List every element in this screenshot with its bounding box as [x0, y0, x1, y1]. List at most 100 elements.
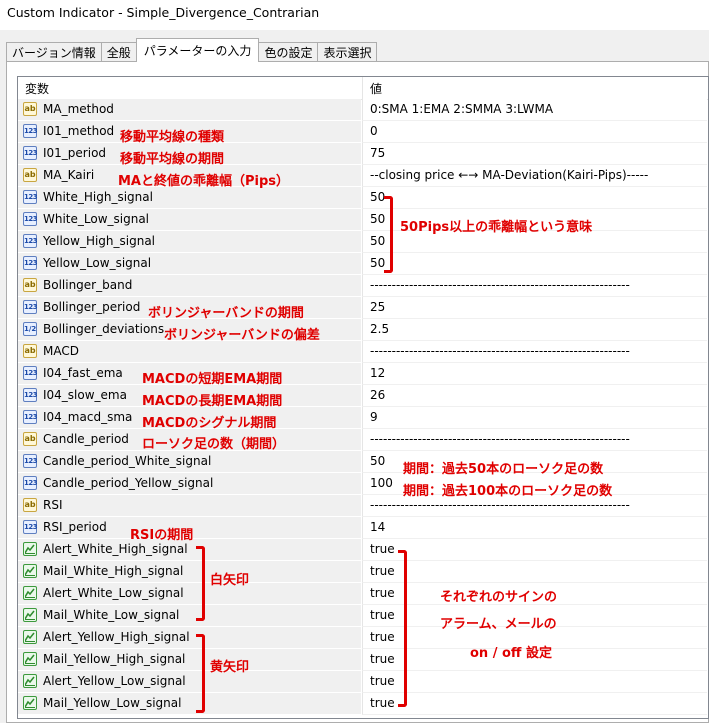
parameter-name-cell[interactable]: 123 Yellow_Low_signal: [18, 253, 361, 275]
parameter-row[interactable]: 123 I04_fast_ema 12: [18, 363, 708, 385]
tab-version-info[interactable]: バージョン情報: [6, 42, 102, 62]
parameter-value[interactable]: true: [370, 652, 395, 666]
parameter-value-cell[interactable]: 26: [362, 385, 707, 407]
parameter-row[interactable]: ab Bollinger_band ------------------------…: [18, 275, 708, 297]
parameter-row[interactable]: Alert_Yellow_Low_signal true: [18, 671, 708, 693]
parameter-value[interactable]: 75: [370, 146, 385, 160]
parameter-value-cell[interactable]: ----------------------------------------…: [362, 275, 707, 297]
parameter-name-cell[interactable]: Mail_White_Low_signal: [18, 605, 361, 627]
parameter-row[interactable]: ab MACD ----------------------------------…: [18, 341, 708, 363]
parameter-value[interactable]: ----------------------------------------…: [370, 432, 630, 446]
parameter-row[interactable]: ab MA_method 0:SMA 1:EMA 2:SMMA 3:LWMA: [18, 99, 708, 121]
parameter-name-cell[interactable]: Mail_White_High_signal: [18, 561, 361, 583]
parameter-value-cell[interactable]: 75: [362, 143, 707, 165]
parameter-value[interactable]: true: [370, 542, 395, 556]
parameter-row[interactable]: Mail_Yellow_Low_signal true: [18, 693, 708, 715]
parameter-row[interactable]: Mail_White_High_signal true: [18, 561, 708, 583]
parameter-value[interactable]: --closing price ←→ MA-Deviation(Kairi-Pi…: [370, 168, 648, 182]
string-type-icon: ab: [23, 498, 37, 512]
parameter-name-cell[interactable]: Alert_White_Low_signal: [18, 583, 361, 605]
parameter-value[interactable]: 14: [370, 520, 385, 534]
parameter-value-cell[interactable]: true: [362, 693, 707, 715]
parameter-row[interactable]: 123 Yellow_High_signal 50: [18, 231, 708, 253]
parameter-row[interactable]: 123 I04_slow_ema 26: [18, 385, 708, 407]
parameter-row[interactable]: 123 White_High_signal 50: [18, 187, 708, 209]
parameter-name-cell[interactable]: Alert_Yellow_Low_signal: [18, 671, 361, 693]
tab-general[interactable]: 全般: [100, 42, 137, 62]
parameter-value-cell[interactable]: ----------------------------------------…: [362, 429, 707, 451]
bool-type-icon: [23, 542, 37, 556]
parameter-value[interactable]: 0:SMA 1:EMA 2:SMMA 3:LWMA: [370, 102, 553, 116]
parameter-name-cell[interactable]: ab Bollinger_band: [18, 275, 361, 297]
parameter-value-cell[interactable]: 14: [362, 517, 707, 539]
string-type-icon: ab: [23, 432, 37, 446]
parameter-row[interactable]: 123 I04_macd_sma 9: [18, 407, 708, 429]
bool-type-icon: [23, 564, 37, 578]
parameter-value-cell[interactable]: --closing price ←→ MA-Deviation(Kairi-Pi…: [362, 165, 707, 187]
parameter-value[interactable]: true: [370, 630, 395, 644]
parameter-name-cell[interactable]: Alert_Yellow_High_signal: [18, 627, 361, 649]
parameter-name-cell[interactable]: 123 White_Low_signal: [18, 209, 361, 231]
parameter-row[interactable]: Mail_Yellow_High_signal true: [18, 649, 708, 671]
parameter-row[interactable]: 123 RSI_period 14: [18, 517, 708, 539]
parameter-name-cell[interactable]: Mail_Yellow_Low_signal: [18, 693, 361, 715]
parameter-value-cell[interactable]: 0: [362, 121, 707, 143]
parameter-value[interactable]: ----------------------------------------…: [370, 344, 630, 358]
parameter-name-cell[interactable]: 123 White_High_signal: [18, 187, 361, 209]
parameter-value[interactable]: true: [370, 564, 395, 578]
parameter-value[interactable]: 9: [370, 410, 378, 424]
tab-colors[interactable]: 色の設定: [258, 42, 319, 62]
parameter-value[interactable]: 100: [370, 476, 393, 490]
parameter-row[interactable]: Mail_White_Low_signal true: [18, 605, 708, 627]
parameter-name-cell[interactable]: ab MACD: [18, 341, 361, 363]
parameter-value[interactable]: ----------------------------------------…: [370, 278, 630, 292]
parameter-value[interactable]: true: [370, 674, 395, 688]
parameter-value[interactable]: 50: [370, 256, 385, 270]
parameter-row[interactable]: 1/2 Bollinger_deviations 2.5: [18, 319, 708, 341]
parameter-value-cell[interactable]: 50: [362, 187, 707, 209]
parameter-value[interactable]: 25: [370, 300, 385, 314]
parameter-value-cell[interactable]: ----------------------------------------…: [362, 341, 707, 363]
parameter-value-cell[interactable]: 12: [362, 363, 707, 385]
parameter-name-cell[interactable]: ab MA_method: [18, 99, 361, 121]
column-header-value[interactable]: 値: [370, 80, 382, 97]
parameter-row[interactable]: 123 Candle_period_White_signal 50: [18, 451, 708, 473]
parameter-value[interactable]: 0: [370, 124, 378, 138]
parameter-row[interactable]: Alert_White_Low_signal true: [18, 583, 708, 605]
tab-input-parameters[interactable]: パラメーターの入力: [135, 38, 260, 62]
column-header-variable[interactable]: 変数: [25, 80, 49, 97]
parameter-row[interactable]: Alert_White_High_signal true: [18, 539, 708, 561]
parameter-value[interactable]: true: [370, 586, 395, 600]
parameter-value-cell[interactable]: 0:SMA 1:EMA 2:SMMA 3:LWMA: [362, 99, 707, 121]
parameter-value[interactable]: 26: [370, 388, 385, 402]
column-divider[interactable]: [362, 77, 363, 99]
parameter-value-cell[interactable]: true: [362, 671, 707, 693]
parameter-value-cell[interactable]: true: [362, 539, 707, 561]
parameter-value-cell[interactable]: true: [362, 561, 707, 583]
parameter-row[interactable]: Alert_Yellow_High_signal true: [18, 627, 708, 649]
parameter-value[interactable]: true: [370, 696, 395, 710]
parameter-value[interactable]: 2.5: [370, 322, 389, 336]
parameter-name-cell[interactable]: ab RSI: [18, 495, 361, 517]
parameter-value-cell[interactable]: 9: [362, 407, 707, 429]
parameter-row[interactable]: 123 White_Low_signal 50: [18, 209, 708, 231]
annotation-rsi-period: RSIの期間: [130, 528, 194, 543]
parameter-value-cell[interactable]: 50: [362, 253, 707, 275]
parameter-name-cell[interactable]: Mail_Yellow_High_signal: [18, 649, 361, 671]
parameter-value[interactable]: ----------------------------------------…: [370, 498, 630, 512]
parameter-value-cell[interactable]: 25: [362, 297, 707, 319]
parameter-name-cell[interactable]: 123 Yellow_High_signal: [18, 231, 361, 253]
parameter-value[interactable]: 50: [370, 190, 385, 204]
parameter-name-cell[interactable]: 123 Candle_period_White_signal: [18, 451, 361, 473]
parameter-name-cell[interactable]: 123 Candle_period_Yellow_signal: [18, 473, 361, 495]
parameter-value[interactable]: 50: [370, 454, 385, 468]
parameter-value[interactable]: 12: [370, 366, 385, 380]
parameter-row[interactable]: ab Candle_period -------------------------…: [18, 429, 708, 451]
parameter-value[interactable]: true: [370, 608, 395, 622]
tab-visualization[interactable]: 表示選択: [317, 42, 378, 62]
parameter-value[interactable]: 50: [370, 212, 385, 226]
parameter-value[interactable]: 50: [370, 234, 385, 248]
parameter-row[interactable]: 123 Yellow_Low_signal 50: [18, 253, 708, 275]
parameter-value-cell[interactable]: 2.5: [362, 319, 707, 341]
parameter-row[interactable]: 123 Bollinger_period 25: [18, 297, 708, 319]
